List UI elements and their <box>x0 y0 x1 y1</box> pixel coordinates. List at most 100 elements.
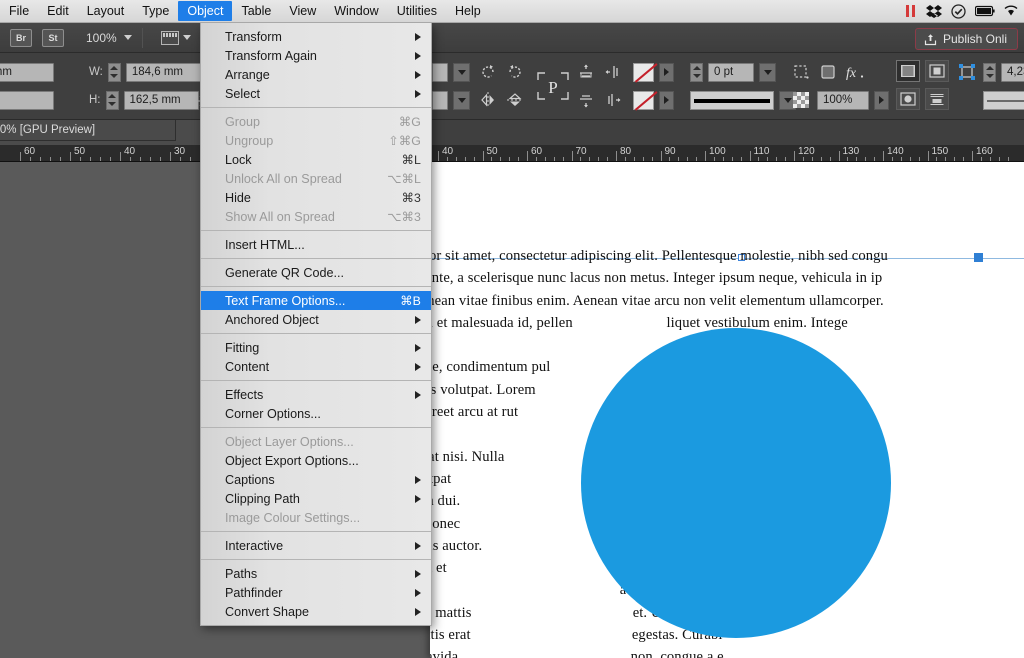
corner-shape-icon[interactable] <box>956 61 978 83</box>
horizontal-ruler[interactable]: 6050403020405060708090100110120130140150… <box>0 145 1024 162</box>
menu-item-effects[interactable]: Effects <box>201 385 431 404</box>
menu-help[interactable]: Help <box>446 1 490 21</box>
object-dropdown-menu[interactable]: TransformTransform AgainArrangeSelectGro… <box>200 23 432 626</box>
bridge-button[interactable]: Br <box>10 29 32 47</box>
select-container-icon[interactable] <box>790 61 812 83</box>
corner-radius-stepper[interactable] <box>983 63 996 82</box>
menu-item-generate-qr-code[interactable]: Generate QR Code... <box>201 263 431 282</box>
menu-item-arrange[interactable]: Arrange <box>201 65 431 84</box>
submenu-arrow-icon <box>415 71 421 79</box>
menu-item-select[interactable]: Select <box>201 84 431 103</box>
ruler-minor-tick <box>732 157 733 161</box>
screen-mode-control[interactable] <box>161 31 191 45</box>
scale-x-input[interactable] <box>432 63 448 82</box>
menu-view[interactable]: View <box>280 1 325 21</box>
stroke-style-preview[interactable] <box>690 91 774 110</box>
menu-item-corner-options[interactable]: Corner Options... <box>201 404 431 423</box>
menu-item-paths[interactable]: Paths <box>201 564 431 583</box>
submenu-arrow-icon <box>415 363 421 371</box>
zoom-level-control[interactable]: 100% <box>86 31 132 45</box>
menu-table[interactable]: Table <box>232 1 280 21</box>
paragraph-style-badge[interactable]: P <box>534 69 572 103</box>
corner-style-preview[interactable] <box>983 91 1024 110</box>
document-page[interactable]: dolor sit amet, consectetur adipiscing e… <box>430 162 1024 658</box>
publish-online-button[interactable]: Publish Onli <box>915 28 1018 50</box>
menu-item-captions[interactable]: Captions <box>201 470 431 489</box>
align-top-icon[interactable] <box>575 61 597 83</box>
dropbox-icon[interactable] <box>926 4 942 18</box>
menu-layout[interactable]: Layout <box>78 1 134 21</box>
ruler-minor-tick <box>509 157 510 161</box>
stroke-weight-input[interactable]: 0 pt <box>708 63 754 82</box>
align-left-icon[interactable] <box>602 61 624 83</box>
fill-swatch[interactable] <box>633 63 654 82</box>
menu-item-show-all-on-spread: Show All on Spread⌥⌘3 <box>201 207 431 226</box>
select-content-icon[interactable] <box>817 61 839 83</box>
height-input[interactable]: 162,5 mm <box>124 91 199 110</box>
menu-item-label: Object Layer Options... <box>225 435 423 449</box>
menu-item-fitting[interactable]: Fitting <box>201 338 431 357</box>
opacity-dropdown[interactable] <box>874 91 889 110</box>
rotate-ccw-icon[interactable] <box>477 61 499 83</box>
stroke-weight-stepper[interactable] <box>690 63 703 82</box>
pause-icon[interactable] <box>905 4 917 18</box>
rotate-cw-icon[interactable] <box>504 61 526 83</box>
x-position-input[interactable]: ,7 mm <box>0 63 54 82</box>
menu-item-label: Corner Options... <box>225 407 423 421</box>
menu-item-insert-html[interactable]: Insert HTML... <box>201 235 431 254</box>
menu-item-anchored-object[interactable]: Anchored Object <box>201 310 431 329</box>
menu-item-interactive[interactable]: Interactive <box>201 536 431 555</box>
fill-dropdown[interactable] <box>659 63 674 82</box>
menu-edit[interactable]: Edit <box>38 1 78 21</box>
width-input[interactable]: 184,6 mm <box>126 63 201 82</box>
menu-utilities[interactable]: Utilities <box>388 1 446 21</box>
wrap-jump-object-icon[interactable] <box>925 88 949 110</box>
menu-item-pathfinder[interactable]: Pathfinder <box>201 583 431 602</box>
menu-file[interactable]: File <box>0 1 38 21</box>
menu-item-clipping-path[interactable]: Clipping Path <box>201 489 431 508</box>
blue-circle-object[interactable] <box>581 328 891 638</box>
menu-object[interactable]: Object <box>178 1 232 21</box>
chevron-down-icon[interactable] <box>183 35 191 40</box>
flip-vertical-icon[interactable] <box>504 89 526 111</box>
scale-x-dropdown[interactable] <box>453 63 470 82</box>
align-bottom-icon[interactable] <box>575 89 597 111</box>
menu-type[interactable]: Type <box>133 1 178 21</box>
stroke-swatch[interactable] <box>633 91 654 110</box>
menu-window-label: Window <box>334 3 378 19</box>
align-right-icon[interactable] <box>602 89 624 111</box>
check-circle-icon[interactable] <box>951 4 966 19</box>
menu-item-convert-shape[interactable]: Convert Shape <box>201 602 431 621</box>
document-tab[interactable]: ed-1 @ 100% [GPU Preview] <box>0 120 176 141</box>
menu-item-content[interactable]: Content <box>201 357 431 376</box>
stock-button[interactable]: St <box>42 29 64 47</box>
document-canvas[interactable]: dolor sit amet, consectetur adipiscing e… <box>0 162 1024 658</box>
width-stepper[interactable] <box>108 63 121 82</box>
transparency-icon[interactable] <box>790 89 812 111</box>
menu-item-lock[interactable]: Lock⌘L <box>201 150 431 169</box>
menu-item-transform[interactable]: Transform <box>201 27 431 46</box>
height-stepper[interactable] <box>106 91 119 110</box>
menu-item-hide[interactable]: Hide⌘3 <box>201 188 431 207</box>
wifi-icon[interactable] <box>1004 5 1018 17</box>
menu-item-label: Anchored Object <box>225 313 415 327</box>
fx-icon[interactable]: fx <box>844 61 866 83</box>
flip-horizontal-icon[interactable] <box>477 89 499 111</box>
chevron-down-icon[interactable] <box>124 35 132 40</box>
menu-window[interactable]: Window <box>325 1 387 21</box>
menu-item-text-frame-options[interactable]: Text Frame Options...⌘B <box>201 291 431 310</box>
wrap-object-shape-icon[interactable] <box>896 88 920 110</box>
corner-radius-input[interactable]: 4,23 <box>1001 63 1024 82</box>
opacity-input[interactable]: 100% <box>817 91 869 110</box>
wrap-bounding-box-icon[interactable] <box>925 60 949 82</box>
text-wrap-row-2 <box>896 87 949 111</box>
scale-y-dropdown[interactable] <box>453 91 470 110</box>
stroke-weight-dropdown[interactable] <box>759 63 776 82</box>
y-position-input[interactable]: mm <box>0 91 54 110</box>
battery-icon[interactable] <box>975 5 995 17</box>
wrap-none-icon[interactable] <box>896 60 920 82</box>
menu-item-transform-again[interactable]: Transform Again <box>201 46 431 65</box>
stroke-dropdown[interactable] <box>659 91 674 110</box>
menu-item-object-export-options[interactable]: Object Export Options... <box>201 451 431 470</box>
scale-y-input[interactable] <box>432 91 448 110</box>
